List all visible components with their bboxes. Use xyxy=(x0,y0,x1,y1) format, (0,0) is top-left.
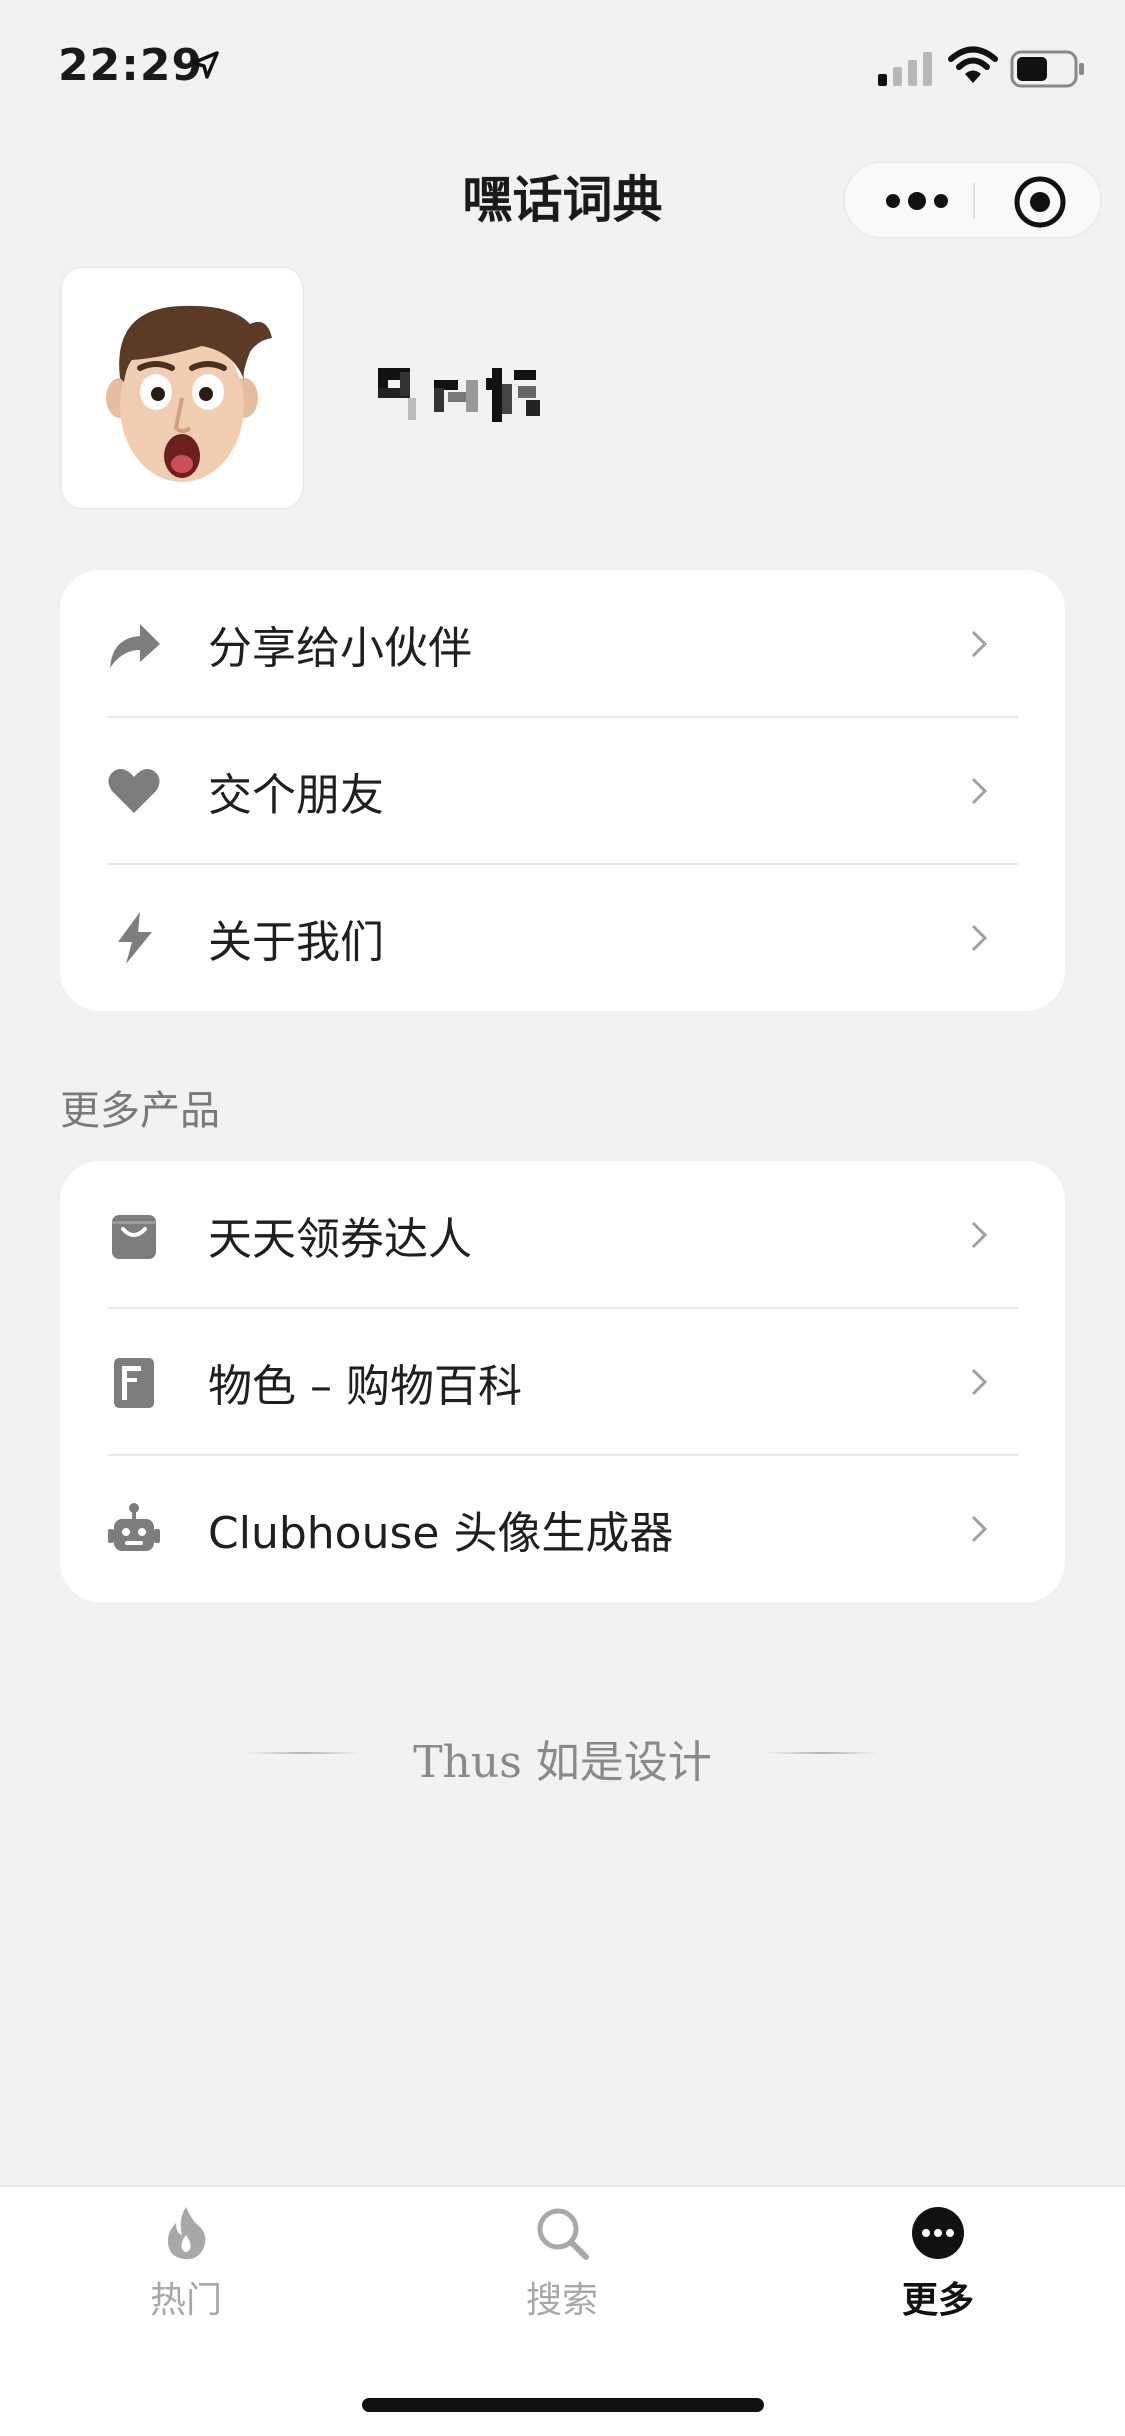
share-arrow-icon xyxy=(110,623,160,668)
mini-program-capsule xyxy=(843,161,1102,239)
menu-item-label: 关于我们 xyxy=(208,916,384,968)
menu-card: 分享给小伙伴 交个朋友 关于我们 xyxy=(60,570,1065,1011)
notebook-icon xyxy=(114,1357,154,1408)
footer-line-right xyxy=(764,1752,879,1754)
tab-label: 更多 xyxy=(901,2280,974,2321)
product-item-label: 天天领券达人 xyxy=(208,1213,472,1265)
search-icon xyxy=(537,2208,589,2260)
capsule-divider xyxy=(973,183,975,219)
menu-item-label: 分享给小伙伴 xyxy=(208,622,472,674)
home-indicator xyxy=(362,2398,764,2412)
shopping-bag-icon xyxy=(112,1214,156,1259)
more-circle-icon xyxy=(912,2207,964,2259)
status-time: 22:29 xyxy=(58,40,204,91)
product-item-label: Clubhouse 头像生成器 xyxy=(208,1507,674,1559)
chevron-right-icon xyxy=(971,1368,988,1395)
chevron-right-icon xyxy=(971,924,988,951)
tab-label: 搜索 xyxy=(525,2280,598,2321)
footer-brand: Thus 如是设计 xyxy=(413,1737,712,1788)
product-item-label: 物色 – 购物百科 xyxy=(208,1360,522,1412)
products-card: 天天领券达人 物色 – 购物百科 Clubhouse 头像生成器 xyxy=(60,1161,1065,1602)
chevron-right-icon xyxy=(971,777,988,804)
menu-item-about[interactable]: 关于我们 xyxy=(60,864,1065,1011)
chevron-right-icon xyxy=(971,1221,988,1248)
tab-label: 热门 xyxy=(149,2280,222,2321)
battery-icon xyxy=(1010,50,1084,88)
tab-search[interactable]: 搜索 xyxy=(462,2203,662,2323)
robot-icon xyxy=(108,1502,160,1551)
location-arrow-icon xyxy=(191,51,219,79)
close-miniprogram-icon[interactable] xyxy=(1013,175,1067,229)
more-dots-icon[interactable] xyxy=(885,191,949,211)
menu-item-label: 交个朋友 xyxy=(208,769,384,821)
tab-more[interactable]: 更多 xyxy=(838,2203,1038,2323)
flame-icon xyxy=(168,2207,206,2260)
product-item-clubhouse[interactable]: Clubhouse 头像生成器 xyxy=(60,1455,1065,1602)
avatar[interactable] xyxy=(60,266,304,510)
wifi-icon xyxy=(948,46,998,83)
product-item-coupon[interactable]: 天天领券达人 xyxy=(60,1161,1065,1308)
memoji-avatar-icon xyxy=(106,305,272,482)
product-item-wuse[interactable]: 物色 – 购物百科 xyxy=(60,1308,1065,1455)
nickname-pixelated xyxy=(378,368,540,422)
heart-icon xyxy=(108,768,160,813)
tab-hot[interactable]: 热门 xyxy=(86,2203,286,2323)
lightning-icon xyxy=(118,911,152,964)
chevron-right-icon xyxy=(971,630,988,657)
chevron-right-icon xyxy=(971,1515,988,1542)
menu-item-friend[interactable]: 交个朋友 xyxy=(60,717,1065,864)
cellular-signal-icon xyxy=(878,52,932,86)
menu-item-share[interactable]: 分享给小伙伴 xyxy=(60,570,1065,717)
section-title-more-products: 更多产品 xyxy=(60,1088,220,1134)
